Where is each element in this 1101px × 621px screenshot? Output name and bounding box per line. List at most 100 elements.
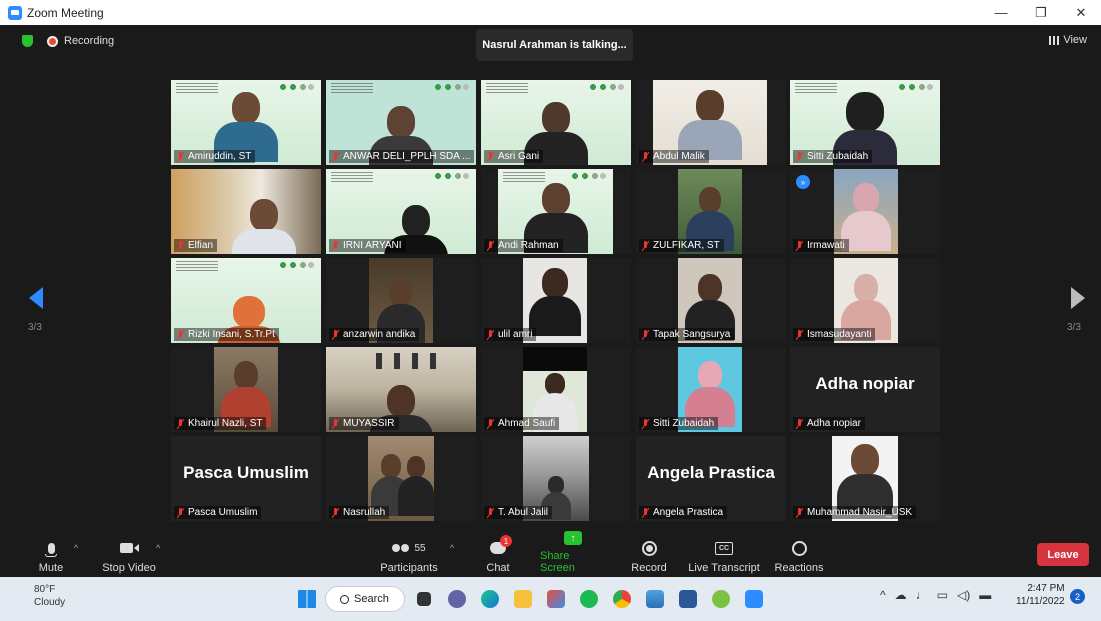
video-tile[interactable]: Abdul Malik [636, 80, 786, 165]
leave-button[interactable]: Leave [1037, 543, 1089, 566]
video-tile[interactable]: Asri Gani [481, 80, 631, 165]
video-tile[interactable]: ANWAR DELI_PPLH SDA ... [326, 80, 476, 165]
video-tile[interactable]: anzarwin andika [326, 258, 476, 343]
video-tile[interactable]: Andi Rahman [481, 169, 631, 254]
notifications-badge[interactable]: 2 [1070, 589, 1085, 604]
participants-caret-icon[interactable]: ^ [450, 543, 454, 553]
muted-mic-icon [642, 330, 649, 340]
audio-options-caret-icon[interactable]: ^ [74, 543, 78, 553]
record-label: Record [631, 562, 667, 574]
file-explorer-icon[interactable] [508, 584, 538, 614]
word-icon[interactable] [673, 584, 703, 614]
weather-widget[interactable]: 80°F Cloudy [34, 583, 65, 609]
gallery-icon[interactable] [640, 584, 670, 614]
muted-mic-icon [642, 241, 649, 251]
network-icon[interactable]: ▭ [937, 588, 948, 602]
video-tile[interactable]: Khairul Nazli, ST [171, 347, 321, 432]
taskbar-search-label: Search [354, 593, 389, 605]
chat-button[interactable]: 1 Chat [484, 535, 512, 577]
edge-browser-icon[interactable] [475, 584, 505, 614]
security-shield-icon[interactable] [22, 35, 33, 47]
video-tile[interactable]: Tapak Sangsurya [636, 258, 786, 343]
reactions-button[interactable]: Reactions [774, 535, 824, 577]
weather-condition: Cloudy [34, 597, 66, 608]
video-tile[interactable]: Angela Prastica Angela Prastica [636, 436, 786, 521]
restore-button[interactable]: ❐ [1021, 0, 1061, 25]
participant-name: MUYASSIR [329, 417, 399, 430]
show-hidden-icons-chevron-icon[interactable]: ^ [880, 588, 886, 602]
volume-icon[interactable]: ◁) [957, 588, 970, 602]
windows-start-icon[interactable] [292, 584, 322, 614]
participant-name: Asri Gani [484, 150, 544, 163]
muted-mic-icon [642, 508, 649, 518]
record-button[interactable]: Record [630, 535, 668, 577]
cloud-sync-icon[interactable]: ☁ [895, 588, 907, 602]
muted-mic-icon [487, 419, 494, 429]
video-tile[interactable]: Adha nopiar Adha nopiar [790, 347, 940, 432]
live-transcript-label: Live Transcript [688, 562, 760, 574]
taskbar-clock[interactable]: 2:47 PM 11/11/2022 [1016, 582, 1065, 608]
video-tile[interactable]: Sitti Zubaidah [790, 80, 940, 165]
minimize-button[interactable]: — [981, 0, 1021, 25]
live-transcript-button[interactable]: CC Live Transcript [688, 535, 760, 577]
video-tile[interactable]: Amiruddin, ST [171, 80, 321, 165]
meeting-area: Recording Nasrul Arahman is talking... V… [0, 25, 1101, 535]
participant-name: Andi Rahman [484, 239, 563, 252]
video-tile[interactable]: Pasca Umuslim Pasca Umuslim [171, 436, 321, 521]
chat-badge: 1 [500, 535, 512, 547]
spotify-icon[interactable] [574, 584, 604, 614]
clock-time: 2:47 PM [1027, 583, 1065, 594]
security-app-icon[interactable] [706, 584, 736, 614]
windows-taskbar: 80°F Cloudy Search ^ ☁ ♩ ▭ ◁) ▬ 2:47 PM … [0, 577, 1101, 621]
page-indicator-left: 3/3 [28, 322, 42, 333]
recording-label: Recording [64, 35, 115, 47]
video-tile[interactable]: Ahmad Saufi [481, 347, 631, 432]
zoom-taskbar-icon[interactable] [739, 584, 769, 614]
muted-mic-icon [642, 152, 649, 162]
video-tile[interactable]: Sitti Zubaidah [636, 347, 786, 432]
chat-icon: 1 [488, 535, 512, 557]
participant-name: ulil amri [484, 328, 537, 341]
window-title: Zoom Meeting [27, 5, 104, 20]
participants-button[interactable]: 55 Participants [378, 535, 440, 577]
muted-mic-icon [796, 241, 803, 251]
video-options-caret-icon[interactable]: ^ [156, 543, 160, 553]
video-tile[interactable]: Elfian [171, 169, 321, 254]
video-tile[interactable]: ZULFIKAR, ST [636, 169, 786, 254]
task-view-icon[interactable] [409, 584, 439, 614]
video-tile[interactable]: » Irmawati [790, 169, 940, 254]
taskbar-search-button[interactable]: Search [325, 586, 405, 612]
video-tile[interactable]: ulil amri [481, 258, 631, 343]
participant-name: Irmawati [793, 239, 849, 252]
participant-name: anzarwin andika [329, 328, 420, 341]
muted-mic-icon [332, 419, 339, 429]
battery-icon[interactable]: ▬ [979, 588, 991, 602]
stop-video-button[interactable]: Stop Video [100, 535, 158, 577]
microphone-tray-icon[interactable]: ♩ [916, 588, 928, 602]
video-tile[interactable]: Rizki Insani, S.Tr.Pt [171, 258, 321, 343]
muted-mic-icon [177, 419, 184, 429]
video-tile[interactable]: T. Abul Jalil [481, 436, 631, 521]
previous-page-arrow-icon[interactable] [26, 287, 46, 313]
video-camera-icon [119, 539, 139, 557]
mute-button[interactable]: Mute [36, 535, 66, 577]
share-screen-button[interactable]: ↑ Share Screen [540, 531, 606, 577]
view-label: View [1063, 34, 1087, 46]
photos-app-icon[interactable] [541, 584, 571, 614]
teams-chat-icon[interactable] [442, 584, 472, 614]
video-tile[interactable]: MUYASSIR [326, 347, 476, 432]
video-tile[interactable]: Ismasudayanti [790, 258, 940, 343]
video-tile[interactable]: Nasrullah [326, 436, 476, 521]
participants-icon: 55 [389, 539, 429, 557]
video-tile[interactable]: Muhammad Nasir_USK [790, 436, 940, 521]
video-tile[interactable]: IRNI ARYANI [326, 169, 476, 254]
reactions-smiley-icon [789, 539, 809, 557]
microphone-icon [41, 539, 61, 557]
chrome-browser-icon[interactable] [607, 584, 637, 614]
close-button[interactable]: ✕ [1061, 0, 1101, 25]
weather-temp: 80°F [34, 584, 56, 595]
page-indicator-right: 3/3 [1067, 322, 1081, 333]
reactions-label: Reactions [774, 562, 824, 574]
next-page-arrow-icon[interactable] [1068, 287, 1088, 313]
view-button[interactable]: View [1049, 34, 1087, 46]
